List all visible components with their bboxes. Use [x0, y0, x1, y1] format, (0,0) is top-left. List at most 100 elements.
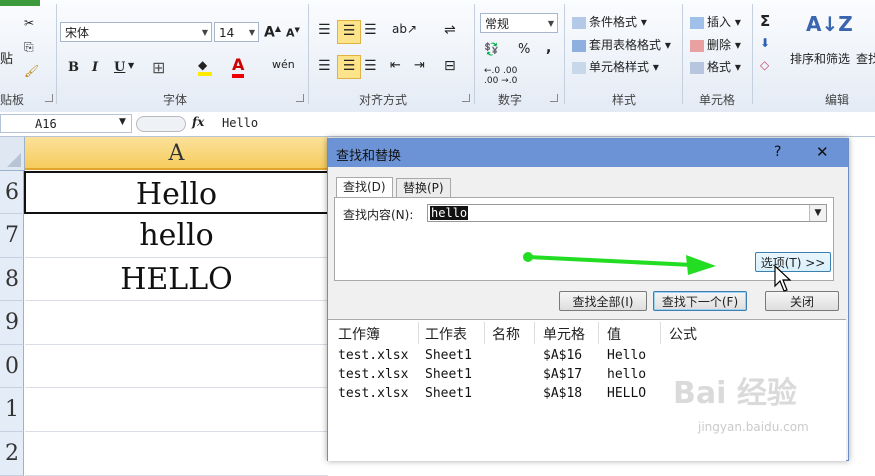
align-middle-icon[interactable]: ☰: [337, 20, 361, 44]
cell-a[interactable]: HELLO: [25, 258, 328, 301]
clear-icon[interactable]: ◇: [760, 58, 769, 72]
results-header[interactable]: 单元格: [543, 324, 585, 344]
result-cell[interactable]: test.xlsx: [338, 367, 408, 382]
row-header[interactable]: 9: [0, 301, 24, 345]
result-cell[interactable]: hello: [607, 367, 646, 382]
number-format-select[interactable]: 常规 ▼: [480, 13, 558, 33]
fill-down-icon[interactable]: ⬇: [760, 36, 770, 50]
row-header[interactable]: 7: [0, 214, 24, 258]
result-cell[interactable]: test.xlsx: [338, 348, 408, 363]
percent-button[interactable]: %: [518, 42, 530, 57]
help-icon[interactable]: ?: [774, 144, 781, 160]
formula-bar-splitter[interactable]: [136, 116, 186, 132]
alignment-launcher-icon[interactable]: [462, 94, 470, 102]
formula-input[interactable]: Hello: [222, 116, 258, 130]
align-bottom-icon[interactable]: ☰: [364, 22, 377, 38]
result-cell[interactable]: Sheet1: [425, 386, 472, 401]
chevron-down-icon[interactable]: ▼: [809, 205, 826, 221]
row-header[interactable]: 8: [0, 258, 24, 301]
result-cell[interactable]: Hello: [607, 348, 646, 363]
results-header[interactable]: 工作簿: [338, 324, 380, 344]
align-top-icon[interactable]: ☰: [318, 22, 331, 38]
row-header[interactable]: 1: [0, 388, 24, 432]
results-header[interactable]: 工作表: [425, 324, 467, 344]
increase-indent-icon[interactable]: ⇥: [414, 58, 425, 73]
tab-replace[interactable]: 替换(P): [396, 178, 451, 198]
font-size-select[interactable]: 14 ▼: [214, 22, 259, 42]
grow-font-button[interactable]: A▲: [264, 24, 281, 41]
conditional-format-button[interactable]: 条件格式 ▾: [572, 13, 647, 30]
cell-styles-button[interactable]: 单元格样式 ▾: [572, 58, 659, 75]
row-header[interactable]: 0: [0, 345, 24, 388]
options-button[interactable]: 选项(T) >>: [755, 252, 831, 272]
cell-a[interactable]: Hello: [24, 171, 329, 214]
paste-button[interactable]: 贴: [0, 48, 13, 67]
close-icon[interactable]: ✕: [816, 143, 829, 161]
name-box[interactable]: A16 ▼: [0, 114, 132, 133]
align-center-icon[interactable]: ☰: [337, 55, 361, 79]
copy-icon[interactable]: ⎘: [24, 40, 34, 55]
results-header[interactable]: 公式: [669, 324, 697, 344]
delete-button[interactable]: 删除 ▾: [690, 36, 741, 53]
font-name-select[interactable]: 宋体 ▼: [60, 22, 212, 42]
find-next-button[interactable]: 查找下一个(F): [653, 291, 747, 311]
close-button[interactable]: 关闭: [765, 291, 839, 311]
fill-color-button[interactable]: ◆: [198, 58, 212, 76]
cell-a[interactable]: [25, 345, 328, 388]
format-painter-icon[interactable]: 🖌: [24, 64, 39, 78]
cell-a[interactable]: [25, 301, 328, 345]
sort-filter-icon[interactable]: A↓Z: [806, 12, 853, 36]
results-list[interactable]: 工作簿 工作表 名称 单元格 值 公式 test.xlsx Sheet1 $A$16…: [328, 319, 846, 461]
cell-a[interactable]: [25, 388, 328, 432]
group-divider: [682, 4, 683, 104]
row-header[interactable]: 2: [0, 432, 24, 476]
insert-button[interactable]: 插入 ▾: [690, 13, 741, 30]
phonetic-button[interactable]: wén: [272, 58, 295, 71]
align-left-icon[interactable]: ☰: [318, 58, 331, 74]
insert-function-button[interactable]: fx: [192, 115, 204, 129]
sort-filter-button[interactable]: 排序和筛选: [790, 50, 850, 67]
find-select-button[interactable]: 查找: [856, 50, 875, 67]
cell-a[interactable]: hello: [25, 214, 328, 258]
results-header[interactable]: 值: [607, 324, 621, 344]
result-cell[interactable]: HELLO: [607, 386, 646, 401]
wrap-text-icon[interactable]: ⇌: [444, 22, 456, 38]
result-cell[interactable]: $A$17: [543, 367, 582, 382]
orientation-icon[interactable]: ab↗: [392, 22, 417, 36]
font-color-icon[interactable]: A: [232, 55, 245, 78]
results-header[interactable]: 名称: [492, 324, 520, 344]
align-right-icon[interactable]: ☰: [364, 58, 377, 74]
dialog-titlebar[interactable]: 查找和替换 ? ✕: [328, 139, 848, 167]
italic-button[interactable]: I: [92, 60, 98, 75]
find-all-button[interactable]: 查找全部(I): [559, 291, 647, 311]
chevron-down-icon[interactable]: ▼: [128, 61, 134, 70]
border-icon[interactable]: ⊞: [152, 58, 165, 77]
autosum-button[interactable]: Σ: [760, 12, 770, 30]
font-launcher-icon[interactable]: [296, 94, 304, 102]
merge-center-icon[interactable]: ⊟: [444, 58, 456, 74]
cell-a[interactable]: [25, 432, 328, 476]
column-header-a[interactable]: A: [25, 137, 328, 170]
bold-button[interactable]: B: [68, 60, 79, 75]
shrink-font-button[interactable]: A▼: [286, 26, 300, 40]
row-header[interactable]: 6: [0, 171, 24, 214]
decrease-decimal-button[interactable]: .00 →.0: [484, 76, 517, 86]
result-cell[interactable]: $A$18: [543, 386, 582, 401]
tab-find[interactable]: 查找(D): [336, 177, 393, 198]
result-cell[interactable]: Sheet1: [425, 367, 472, 382]
clipboard-launcher-icon[interactable]: [45, 94, 53, 102]
number-launcher-icon[interactable]: [550, 94, 558, 102]
cut-icon[interactable]: ✂: [24, 16, 34, 30]
increase-decimal-button[interactable]: ←.0 .00: [484, 66, 517, 76]
decrease-indent-icon[interactable]: ⇤: [390, 58, 401, 73]
find-what-input[interactable]: hello ▼: [427, 204, 827, 222]
format-button[interactable]: 格式 ▾: [690, 58, 741, 75]
format-as-table-button[interactable]: 套用表格格式 ▾: [572, 36, 671, 53]
result-cell[interactable]: test.xlsx: [338, 386, 408, 401]
result-cell[interactable]: Sheet1: [425, 348, 472, 363]
underline-button[interactable]: U: [114, 60, 125, 75]
comma-button[interactable]: ,: [546, 40, 551, 56]
result-cell[interactable]: $A$16: [543, 348, 582, 363]
currency-icon[interactable]: 💱: [484, 42, 499, 56]
select-all-corner[interactable]: [0, 137, 25, 171]
